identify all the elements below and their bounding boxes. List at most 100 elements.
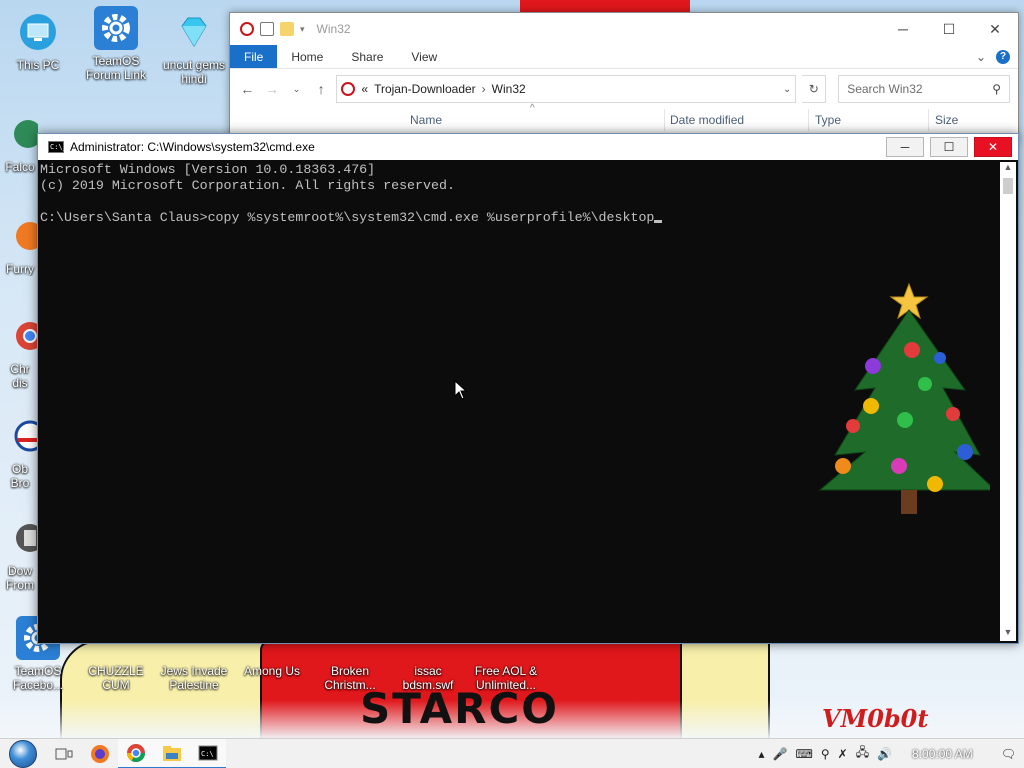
task-view-icon[interactable] [46,739,82,768]
breadcrumb-parent[interactable]: Trojan-Downloader [374,82,476,96]
desktop-icon-among-us[interactable]: Among Us [236,640,308,678]
tools-icon[interactable]: ✗ [838,747,848,761]
maximize-button[interactable]: ☐ [930,137,968,157]
folder-location-icon [341,82,356,96]
ribbon-tabs: File Home Share View ⌄ ? [230,45,1018,69]
mouse-pointer-icon [454,380,468,400]
desktop-icon-download[interactable]: Dow From [2,516,38,592]
file-explorer-icon[interactable] [154,738,190,768]
firefox-icon [2,214,38,258]
desktop-icon-issac-swf[interactable]: issac bdsm.swf [392,640,464,692]
navigation-bar: ← → ⌄ ↑ « Trojan-Downloader › Win32 ⌄ ↻ … [230,69,1018,109]
up-button[interactable]: ↑ [312,78,331,100]
search-icon[interactable]: ⚲ [821,747,830,761]
help-icon[interactable]: ? [996,49,1010,64]
console-line: ​ [40,194,998,210]
cmd-icon: C:\_ [48,141,67,153]
close-button[interactable]: ✕ [972,13,1018,45]
close-button[interactable]: ✕ [974,137,1012,157]
desktop-icon-obama[interactable]: Ob Bro [2,414,38,490]
windows-logo-icon [9,739,37,768]
column-name[interactable]: Name [410,113,442,127]
chrome-icon [2,314,38,358]
recent-locations-button[interactable]: ⌄ [287,78,306,100]
minimize-button[interactable]: ─ [880,13,926,45]
tab-view[interactable]: View [397,45,451,68]
start-button[interactable] [0,739,46,768]
gear-icon [94,6,138,50]
desktop-icon-furry[interactable]: Furry [2,214,38,276]
column-size[interactable]: Size [935,113,958,127]
chevron-down-icon[interactable]: ⌄ [783,84,791,95]
desktop-icon-falco[interactable]: Falco [2,112,38,174]
vertical-scrollbar[interactable]: ▲ ▼ [1000,162,1016,641]
scroll-up-icon[interactable]: ▲ [1000,162,1016,176]
search-placeholder[interactable]: Search Win32 [847,82,922,96]
console-command: C:\Users\Santa Claus>copy %systemroot%\s… [40,210,655,225]
sort-ascending-icon: ^ [530,103,535,114]
search-box[interactable]: Search Win32 ⚲ [838,75,1010,103]
minimize-button[interactable]: ─ [886,137,924,157]
breadcrumb-overflow[interactable]: « [361,82,368,96]
scroll-down-icon[interactable]: ▼ [1000,627,1016,641]
show-hidden-icons-icon[interactable]: ▴ [759,747,765,761]
scrollbar-thumb[interactable] [1003,178,1013,194]
search-icon: ⚲ [992,82,1001,96]
document-icon [2,516,38,560]
network-icon[interactable]: 🖧 [856,743,869,764]
column-headers: ^ Name Date modified Type Size [230,103,1018,131]
tab-share[interactable]: Share [337,45,397,68]
obama-logo-icon [2,414,38,458]
keyboard-icon[interactable]: ⌨ [796,747,813,761]
console-prompt-line[interactable]: C:\Users\Santa Claus>copy %systemroot%\s… [40,210,998,226]
breadcrumb-separator[interactable]: › [482,82,486,96]
column-divider[interactable] [664,109,665,131]
desktop-icon-free-aol[interactable]: Free AOL & Unlimited... [470,640,542,692]
firefox-icon[interactable] [82,739,118,768]
app-icon [2,112,38,156]
column-type[interactable]: Type [815,113,841,127]
address-bar[interactable]: « Trojan-Downloader › Win32 ⌄ [336,75,797,103]
desktop-icon-this-pc[interactable]: This PC [2,10,74,72]
window-title: Administrator: C:\Windows\system32\cmd.e… [70,140,315,154]
cmd-titlebar[interactable]: C:\_ Administrator: C:\Windows\system32\… [38,134,1018,160]
expand-ribbon-icon[interactable]: ⌄ [976,50,986,64]
console-line: Microsoft Windows [Version 10.0.18363.47… [40,162,376,177]
column-divider[interactable] [928,109,929,131]
notifications-icon[interactable]: 🗨 [1001,747,1016,761]
desktop-icon-jews-invade[interactable]: Jews Invade Palestine [158,640,230,692]
refresh-button[interactable]: ↻ [802,75,827,103]
column-date-modified[interactable]: Date modified [670,113,744,127]
forward-button[interactable]: → [263,78,282,100]
window-title: Win32 [316,22,351,36]
microphone-icon[interactable]: 🎤 [773,747,788,761]
desktop-icon-teamos-forum[interactable]: TeamOS Forum Link [80,6,152,82]
taskbar: C:\ ▴ 🎤 ⌨ ⚲ ✗ 🖧 🔊 8:00:00 AM 🗨 [0,738,1024,768]
christmas-tree-icon [818,282,990,514]
text-cursor [654,220,663,223]
console-line: (c) 2019 Microsoft Corporation. All righ… [40,178,455,193]
chrome-icon[interactable] [118,738,154,768]
desktop-icon-broken-christmas[interactable]: Broken Christm... [314,640,386,692]
desktop-icon-chrome[interactable]: Chr dis [2,314,38,390]
chevron-down-icon[interactable]: ▾ [300,24,305,35]
volume-icon[interactable]: 🔊 [877,747,892,761]
clock[interactable]: 8:00:00 AM [912,747,973,761]
desktop-icon-chuzzle[interactable]: CHUZZLE CUM [80,640,152,692]
tab-home[interactable]: Home [277,45,337,68]
tab-file[interactable]: File [230,45,278,68]
properties-icon[interactable] [260,22,274,36]
quick-access-toolbar: ▾ [240,22,305,36]
new-folder-icon[interactable] [280,22,294,36]
monitor-icon [16,10,60,54]
app-icon [240,22,254,36]
breadcrumb-current[interactable]: Win32 [492,82,526,96]
column-divider[interactable] [808,109,809,131]
explorer-window[interactable]: ▾ Win32 ─ ☐ ✕ File Home Share View ⌄ ? ←… [229,12,1019,142]
maximize-button[interactable]: ☐ [926,13,972,45]
back-button[interactable]: ← [238,78,257,100]
desktop-icon-uncut-gems[interactable]: uncut gems hindi [158,10,230,86]
explorer-titlebar[interactable]: ▾ Win32 ─ ☐ ✕ [230,13,1018,45]
cmd-icon[interactable]: C:\ [190,738,226,768]
system-tray: ▴ 🎤 ⌨ ⚲ ✗ 🖧 🔊 8:00:00 AM 🗨 [759,743,1024,764]
